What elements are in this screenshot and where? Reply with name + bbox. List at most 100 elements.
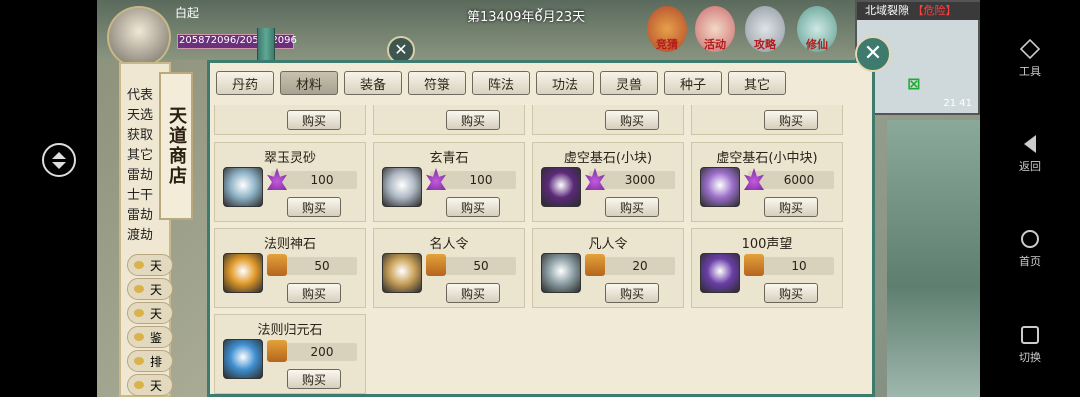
- buy-button[interactable]: 购买: [287, 369, 341, 389]
- layers-icon: [1019, 38, 1041, 60]
- item-name: 翠玉灵砂: [263, 151, 316, 166]
- scroll-currency-icon: [426, 254, 446, 276]
- side-list-item[interactable]: 其它: [127, 144, 153, 163]
- side-list-item[interactable]: 士干: [127, 184, 153, 203]
- home-label: 首页: [1019, 255, 1041, 268]
- quiz-label: 竞猜: [656, 38, 678, 51]
- buy-button[interactable]: 购买: [605, 283, 659, 303]
- tab-0[interactable]: 丹药: [216, 71, 274, 95]
- scroll-currency-icon: [267, 340, 287, 362]
- side-list-item[interactable]: 获取: [127, 124, 153, 143]
- item-name: 名人令: [429, 237, 469, 252]
- item-icon: [700, 167, 740, 207]
- switch-label: 切换: [1019, 351, 1041, 364]
- item-name: 玄青石: [429, 151, 469, 166]
- scroll-currency-icon: [585, 254, 605, 276]
- player-avatar[interactable]: [107, 6, 171, 68]
- home-button[interactable]: 首页: [980, 230, 1080, 269]
- item-icon: [382, 253, 422, 293]
- shop-title-scroll: 天道商店: [159, 72, 193, 220]
- buy-button[interactable]: 购买: [446, 110, 500, 130]
- side-list-item[interactable]: 天选: [127, 104, 153, 123]
- item-icon: [223, 339, 263, 379]
- item-icon: [700, 253, 740, 293]
- scroll-currency-icon: [744, 254, 764, 276]
- side-bubble-item[interactable]: 排: [127, 350, 173, 372]
- item-card: 法则归元石 200 购买: [214, 314, 366, 394]
- buy-button[interactable]: 购买: [764, 110, 818, 130]
- item-card-partial: 购买: [532, 105, 684, 135]
- tab-8[interactable]: 其它: [728, 71, 786, 95]
- side-bubble-item[interactable]: 天: [127, 254, 173, 276]
- map-marker-icon: ⊠: [907, 74, 921, 93]
- home-icon: [1021, 230, 1039, 248]
- collapse-chevron-icon[interactable]: ⌄: [535, 0, 545, 14]
- close-shop-button[interactable]: ✕: [855, 36, 891, 72]
- switch-button[interactable]: 切换: [980, 326, 1080, 365]
- item-name: 虚空基石(小块): [563, 151, 653, 166]
- tab-1[interactable]: 材料: [280, 71, 338, 95]
- item-icon: [382, 167, 422, 207]
- buy-button[interactable]: 购买: [287, 283, 341, 303]
- shop-tabs: 丹药 材料 装备 符箓 阵法 功法 灵兽 种子 其它: [216, 71, 786, 97]
- map-coords: 21 41: [943, 98, 972, 109]
- back-button[interactable]: 返回: [980, 135, 1080, 174]
- game-viewport: 白起 205872096/205872096 第13409年6月23天 ⌄ 竞猜…: [97, 0, 980, 397]
- buy-button[interactable]: 购买: [446, 197, 500, 217]
- item-card: 虚空基石(小块) 3000 购买: [532, 142, 684, 222]
- side-list-item[interactable]: 代表: [127, 84, 153, 103]
- activity-label: 活动: [704, 38, 726, 51]
- side-bubble-item[interactable]: 天: [127, 278, 173, 300]
- tab-4[interactable]: 阵法: [472, 71, 530, 95]
- back-icon: [1024, 135, 1036, 153]
- item-name: 凡人令: [588, 237, 628, 252]
- side-list-item[interactable]: 渡劫: [127, 224, 153, 243]
- tab-6[interactable]: 灵兽: [600, 71, 658, 95]
- item-name: 100声望: [741, 237, 793, 252]
- map-title: 北域裂隙 【危险】: [857, 2, 980, 20]
- item-icon: [223, 167, 263, 207]
- arrow-down-icon: [52, 161, 66, 169]
- guide-label: 攻略: [754, 38, 776, 51]
- item-name: 法则神石: [263, 237, 316, 252]
- tab-5[interactable]: 功法: [536, 71, 594, 95]
- buy-button[interactable]: 购买: [764, 197, 818, 217]
- game-date: 第13409年6月23天: [467, 10, 586, 25]
- right-system-bar: 工具 返回 首页 切换: [980, 0, 1080, 397]
- nav-toggle-button[interactable]: [42, 143, 76, 177]
- item-card-partial: 购买: [691, 105, 843, 135]
- tab-2[interactable]: 装备: [344, 71, 402, 95]
- buy-button[interactable]: 购买: [446, 283, 500, 303]
- arrow-up-icon: [52, 151, 66, 159]
- item-card: 法则神石 50 购买: [214, 228, 366, 308]
- shop-panel: 丹药 材料 装备 符箓 阵法 功法 灵兽 种子 其它 购买 购买 购买 购买 翠玉灵砂 100 购买 玄青石 1…: [207, 60, 875, 397]
- map-danger-badge: 【危险】: [912, 4, 957, 17]
- tools-button[interactable]: 工具: [980, 38, 1080, 79]
- hp-text: 205872096/205872096: [179, 35, 297, 46]
- buy-button[interactable]: 购买: [764, 283, 818, 303]
- quiz-icon[interactable]: 竞猜: [647, 6, 687, 52]
- tab-3[interactable]: 符箓: [408, 71, 466, 95]
- back-label: 返回: [1019, 160, 1041, 173]
- item-name: 法则归元石: [257, 323, 323, 338]
- guide-icon[interactable]: 攻略: [745, 6, 785, 52]
- switch-icon: [1021, 326, 1039, 344]
- item-card: 100声望 10 购买: [691, 228, 843, 308]
- item-card: 凡人令 20 购买: [532, 228, 684, 308]
- side-list-item[interactable]: 雷劫: [127, 204, 153, 223]
- item-name: 虚空基石(小中块): [716, 151, 818, 166]
- side-bubble-item[interactable]: 天: [127, 302, 173, 324]
- buy-button[interactable]: 购买: [605, 110, 659, 130]
- buy-button[interactable]: 购买: [605, 197, 659, 217]
- item-card: 玄青石 100 购买: [373, 142, 525, 222]
- buy-button[interactable]: 购买: [287, 197, 341, 217]
- activity-icon[interactable]: 活动: [695, 6, 735, 52]
- cultivate-icon[interactable]: 修仙: [797, 6, 837, 52]
- side-bubble-item[interactable]: 鉴: [127, 326, 173, 348]
- side-list-item[interactable]: 雷劫: [127, 164, 153, 183]
- shop-item-grid: 购买 购买 购买 购买 翠玉灵砂 100 购买 玄青石 100 购买 虚空基石(小块) 3000 购买虚…: [212, 105, 872, 397]
- buy-button[interactable]: 购买: [287, 110, 341, 130]
- left-system-bar: [0, 0, 97, 397]
- tab-7[interactable]: 种子: [664, 71, 722, 95]
- side-bubble-item[interactable]: 天: [127, 374, 173, 396]
